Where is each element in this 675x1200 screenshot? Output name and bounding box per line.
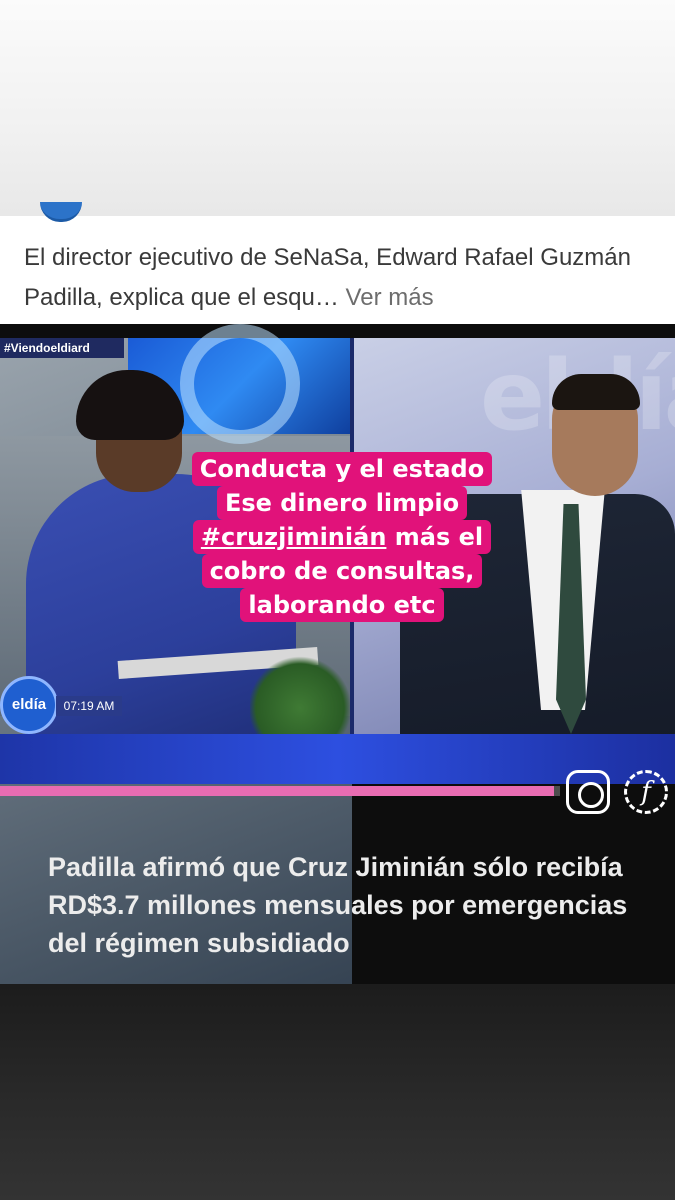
top-blank-area [0, 0, 675, 216]
sticker-line-5: laborando etc [240, 588, 444, 622]
post-card: El director ejecutivo de SeNaSa, Edward … [0, 202, 675, 328]
sticker-line-4: cobro de consultas, [201, 554, 483, 588]
screen-graphic [180, 324, 300, 444]
post-body: El director ejecutivo de SeNaSa, Edward … [24, 244, 631, 311]
hashtag-bar: #Viendoeldiard [0, 338, 124, 358]
video-progress-bar[interactable] [0, 786, 560, 796]
time-display: 07:19 AM [56, 696, 122, 716]
sticker-line-3: #cruzjiminián más el [192, 520, 492, 554]
channel-logo: eldía [0, 676, 58, 734]
bottom-dark-area [0, 984, 675, 1200]
hashtag-link[interactable]: #cruzjiminián [201, 523, 387, 551]
instagram-icon[interactable] [566, 770, 610, 814]
video-progress-fill [0, 786, 555, 796]
guest-hair [552, 374, 640, 410]
video-frame[interactable]: eldía #Viendoeldiard eldía 07:19 AM f Pa… [0, 324, 675, 984]
facebook-icon[interactable]: f [624, 770, 668, 814]
sticker-line-3-rest: más el [386, 523, 484, 551]
story-text-sticker[interactable]: Conducta y el estado Ese dinero limpio #… [168, 452, 516, 622]
video-caption: Padilla afirmó que Cruz Jiminián sólo re… [48, 852, 628, 958]
post-text: El director ejecutivo de SeNaSa, Edward … [24, 238, 654, 318]
sticker-line-1: Conducta y el estado [191, 452, 493, 486]
avatar[interactable] [40, 202, 82, 222]
see-more-link[interactable]: Ver más [346, 284, 434, 311]
sticker-line-2: Ese dinero limpio [216, 486, 468, 520]
plant [250, 654, 350, 744]
